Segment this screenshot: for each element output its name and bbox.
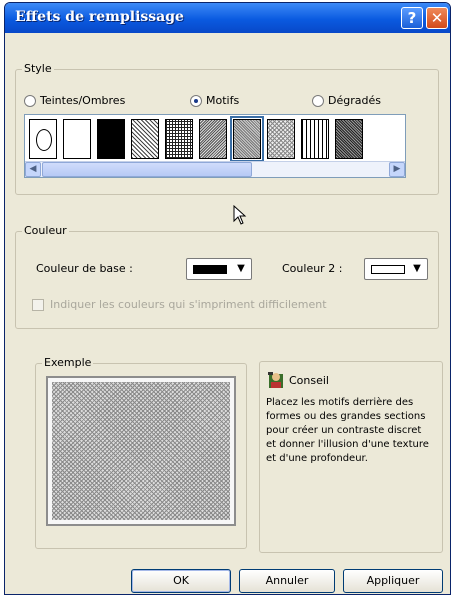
base-color-label: Couleur de base :: [36, 262, 133, 275]
pattern-swatch[interactable]: [301, 119, 329, 159]
radio-label: Teintes/Ombres: [40, 94, 126, 107]
color-legend: Couleur: [22, 224, 69, 237]
pattern-swatch-selected[interactable]: [230, 116, 264, 162]
chevron-right-icon: ▶: [393, 164, 401, 174]
mouse-pointer-icon: [233, 205, 247, 225]
example-pattern-fill: [52, 382, 230, 520]
chevron-left-icon: ◀: [29, 164, 37, 174]
pattern-swatch[interactable]: [63, 119, 91, 159]
close-icon: ✕: [430, 9, 444, 27]
pattern-swatch[interactable]: [267, 119, 295, 159]
radio-degrades[interactable]: Dégradés: [312, 94, 381, 107]
window-title: Effets de remplissage: [15, 9, 184, 25]
pattern-swatch[interactable]: [29, 119, 57, 159]
style-group: Style Teintes/Ombres Motifs Dégradés ◀ ▶: [15, 62, 439, 195]
pattern-gallery: ◀ ▶: [24, 114, 406, 178]
base-color-picker[interactable]: ▼: [186, 258, 252, 280]
radio-circle: [312, 94, 324, 107]
help-icon: ?: [407, 9, 417, 27]
style-legend: Style: [22, 62, 54, 75]
radio-label: Motifs: [206, 94, 240, 107]
scroll-right-button[interactable]: ▶: [389, 162, 405, 177]
cancel-button[interactable]: Annuler: [239, 569, 335, 593]
tip-panel: Conseil Placez les motifs derrière des f…: [259, 361, 443, 553]
pattern-swatch[interactable]: [165, 119, 193, 159]
pattern-swatch[interactable]: [335, 119, 363, 159]
base-color-chip: [193, 265, 227, 274]
dropdown-arrow-icon: ▼: [237, 263, 245, 274]
color2-label: Couleur 2 :: [282, 262, 343, 275]
scroll-left-button[interactable]: ◀: [25, 162, 41, 177]
close-button[interactable]: ✕: [426, 7, 448, 29]
pattern-swatch[interactable]: [97, 119, 125, 159]
print-colors-label: Indiquer les couleurs qui s'impriment di…: [50, 298, 327, 311]
color2-picker[interactable]: ▼: [364, 258, 428, 280]
assistant-icon: [268, 372, 283, 388]
tip-text: Placez les motifs derrière des formes ou…: [266, 397, 429, 464]
pattern-swatch[interactable]: [199, 119, 227, 159]
scroll-thumb[interactable]: [42, 162, 252, 177]
checkbox-box: [32, 298, 44, 311]
title-bar: Effets de remplissage ? ✕: [5, 3, 450, 33]
example-preview: [46, 376, 236, 526]
color2-chip: [371, 265, 405, 274]
print-colors-checkbox[interactable]: Indiquer les couleurs qui s'impriment di…: [32, 298, 327, 311]
apply-button[interactable]: Appliquer: [343, 569, 443, 593]
color-group: Couleur Couleur de base : ▼ Couleur 2 : …: [15, 224, 439, 329]
pattern-swatch[interactable]: [131, 119, 159, 159]
fill-effects-dialog: Effets de remplissage ? ✕ Style Teintes/…: [4, 2, 451, 595]
ok-button[interactable]: OK: [131, 569, 231, 593]
radio-circle: [24, 94, 36, 107]
radio-teintes-ombres[interactable]: Teintes/Ombres: [24, 94, 125, 107]
tip-header: Conseil: [266, 370, 329, 390]
radio-label: Dégradés: [328, 94, 381, 107]
help-button[interactable]: ?: [401, 7, 423, 29]
pattern-scrollbar[interactable]: ◀ ▶: [25, 161, 405, 177]
dropdown-arrow-icon: ▼: [413, 263, 421, 274]
radio-circle-selected: [190, 94, 202, 107]
example-legend: Exemple: [42, 356, 94, 369]
example-group: Exemple: [35, 356, 247, 549]
radio-motifs[interactable]: Motifs: [190, 94, 239, 107]
tip-title: Conseil: [289, 373, 329, 387]
